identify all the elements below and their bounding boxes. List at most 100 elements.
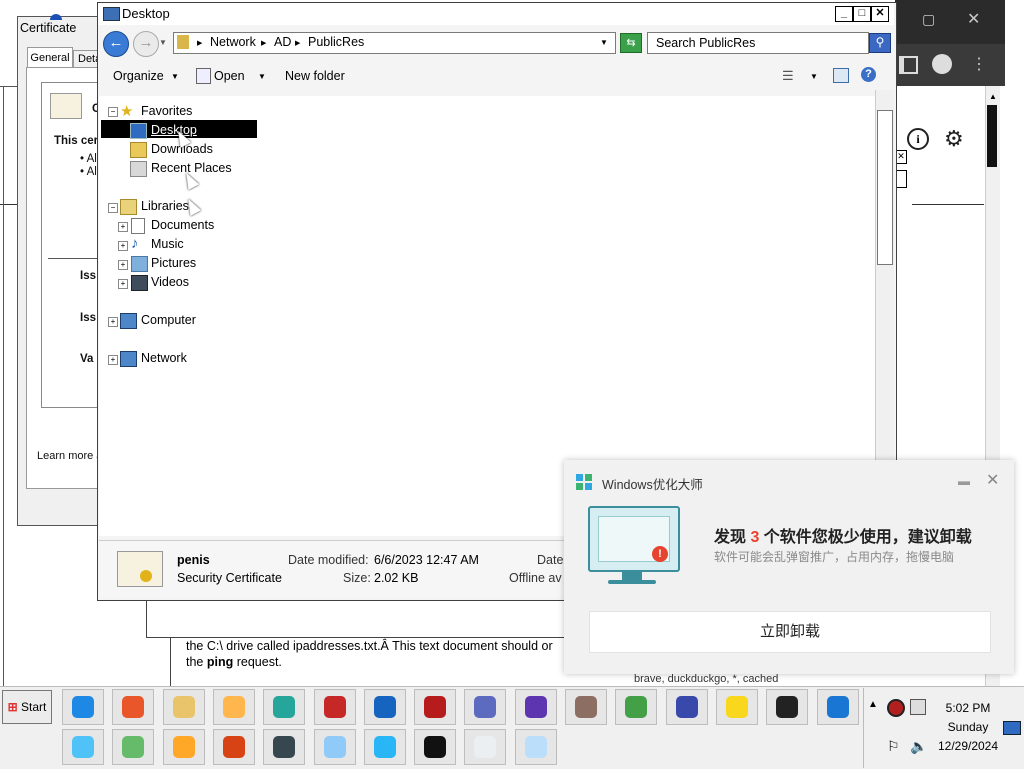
taskbar-app-notepad-doc[interactable] [313,729,356,765]
start-button[interactable]: ⊞ Start [2,690,52,724]
minimize-button[interactable]: _ [835,6,853,22]
uninstall-now-button[interactable]: 立即卸载 [589,611,991,653]
flag-icon[interactable]: ⚐ [887,738,900,755]
pictures-icon [131,256,148,272]
taskbar-app-paint[interactable] [565,689,607,725]
cert-text: • Al [80,166,97,178]
chevron-down-icon[interactable]: ▼ [258,72,266,81]
breadcrumb-publicres[interactable]: PublicRes [308,35,364,49]
taskbar-app-edge-beta[interactable] [263,689,306,725]
organize-button[interactable]: Organize [113,69,164,83]
taskbar-app-blackberry[interactable] [766,689,809,725]
taskbar-app-vpn-shield[interactable] [363,689,406,725]
taskbar-app-text-editor[interactable] [464,729,507,765]
taskbar-app-blank-document[interactable] [514,729,557,765]
menu-icon[interactable]: ⋮ [971,54,987,74]
taskbar-app-internet-explorer[interactable] [62,689,104,725]
taskbar-app-flash[interactable] [212,729,255,765]
expand-icon[interactable]: + [118,222,128,232]
close-button[interactable]: ✕ [871,6,889,22]
nav-network[interactable]: Network [141,351,187,365]
search-input[interactable]: Search PublicRes [647,32,869,54]
tray-app-icon[interactable] [887,699,905,717]
search-icon[interactable]: ⚲ [869,33,891,53]
collapse-icon[interactable]: − [108,203,118,213]
show-desktop-icon[interactable] [1003,721,1021,735]
taskbar-app-recycle-bin[interactable] [62,729,104,765]
taskbar-app-sandbox[interactable] [112,729,155,765]
back-arrow-icon[interactable]: ← [103,31,129,57]
help-icon[interactable]: ? [861,67,876,82]
forward-arrow-icon[interactable]: → [133,31,159,57]
new-folder-button[interactable]: New folder [285,69,345,83]
taskbar-app-media-player[interactable] [212,689,255,725]
taskbar-app-paper-plane[interactable] [363,729,406,765]
blackberry-icon [776,696,799,718]
nav-favorites[interactable]: Favorites [141,104,192,118]
minimize-icon[interactable]: ▢ [922,11,935,28]
certificate-info-box [41,82,103,408]
history-dropdown-icon[interactable]: ▼ [159,38,167,47]
taskbar-app-file-explorer[interactable] [162,689,205,725]
scrollbar-thumb[interactable] [877,110,893,265]
menu-icon[interactable]: ▬ [958,474,970,488]
expand-icon[interactable]: + [118,241,128,251]
collapse-icon[interactable]: − [108,107,118,117]
taskbar-app-play-store[interactable] [162,729,205,765]
learn-more-link[interactable]: Learn more a [37,450,102,462]
nav-documents[interactable]: Documents [151,218,214,232]
chevron-right-icon[interactable]: ▶ [261,39,266,47]
view-list-icon[interactable]: ☰ [782,68,794,84]
text-span: request. [233,655,282,669]
taskbar-app-firefox[interactable] [112,689,155,725]
taskbar-app-remote-desktop[interactable] [464,689,507,725]
settings-gear-icon[interactable]: ⚙ [944,126,964,152]
tab-general[interactable]: General [27,47,73,68]
chevron-right-icon[interactable]: ▶ [295,39,300,47]
expand-icon[interactable]: + [118,260,128,270]
taskbar-app-screen-recorder[interactable] [414,689,457,725]
chevron-down-icon[interactable]: ▼ [171,72,179,81]
taskbar-app-tiles-app[interactable] [263,729,306,765]
maximize-button[interactable]: □ [853,6,871,22]
expand-icon[interactable]: + [118,279,128,289]
nav-music[interactable]: Music [151,237,184,251]
expand-icon[interactable]: + [108,317,118,327]
refresh-icon[interactable]: ⇆ [620,33,642,53]
preview-pane-icon[interactable] [833,68,849,83]
nav-pictures[interactable]: Pictures [151,256,196,270]
clock-day[interactable]: Sunday [928,720,1008,734]
expand-icon[interactable]: + [108,355,118,365]
open-button[interactable]: Open [214,69,245,83]
sidebar-icon[interactable] [899,56,918,74]
window-titlebar[interactable] [98,3,894,25]
taskbar-app-davinci[interactable] [313,689,356,725]
network-tray-icon[interactable] [910,699,926,715]
nav-computer[interactable]: Computer [141,313,196,327]
volume-muted-icon[interactable]: 🔈 [910,738,927,755]
taskbar-app-chrome[interactable] [615,689,658,725]
info-icon[interactable]: i [907,128,929,150]
taskbar-app-infinity-app[interactable] [665,689,708,725]
chevron-down-icon[interactable]: ▼ [810,72,818,81]
scroll-up-icon[interactable]: ▲ [989,92,997,101]
scrollbar-thumb[interactable] [987,105,997,167]
paper-plane-icon [373,736,396,758]
close-icon[interactable]: ✕ [967,9,980,29]
seal-icon [140,570,152,582]
taskbar-app-bird-app[interactable] [514,689,557,725]
taskbar-app-edge[interactable] [816,689,859,725]
taskbar-app-best-buy[interactable] [715,689,758,725]
clock-date[interactable]: 12/29/2024 [928,739,1008,753]
address-dropdown-icon[interactable]: ▼ [600,38,608,47]
breadcrumb-network[interactable]: Network [210,35,256,49]
profile-icon[interactable] [932,54,952,74]
taskbar-app-command-prompt[interactable] [414,729,457,765]
chevron-right-icon[interactable]: ▶ [197,39,202,47]
nav-videos[interactable]: Videos [151,275,189,289]
breadcrumb-ad[interactable]: AD [274,35,291,49]
chevron-up-icon[interactable]: ▲ [868,699,878,710]
close-icon[interactable]: ✕ [986,470,999,490]
cert-text: This cer [54,135,99,147]
clock-time[interactable]: 5:02 PM [928,701,1008,715]
